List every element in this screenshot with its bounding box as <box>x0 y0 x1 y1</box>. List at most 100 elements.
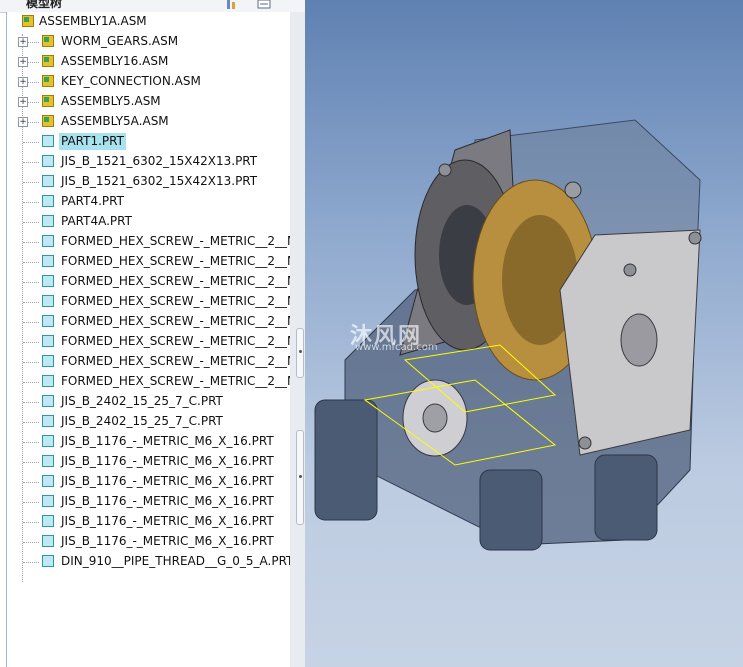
tree-item-label: FORMED_HEX_SCREW_-_METRIC__2__M.P <box>61 254 292 268</box>
model-tree-panel: 模型树 ASSEMBLY1A.ASM + WORM_GEARS.ASM + AS… <box>0 0 305 667</box>
tree-item-part[interactable]: JIS_B_1176_-_METRIC_M6_X_16.PRT <box>7 472 291 492</box>
part-icon <box>42 475 54 487</box>
part-icon <box>42 495 54 507</box>
tree-item-part[interactable]: FORMED_HEX_SCREW_-_METRIC__2__M.P <box>7 372 291 392</box>
watermark-url: www.mfcad.com <box>355 342 438 353</box>
tree-list: ASSEMBLY1A.ASM + WORM_GEARS.ASM + ASSEMB… <box>7 12 291 572</box>
expand-icon[interactable]: + <box>18 57 28 67</box>
tree-item-label: KEY_CONNECTION.ASM <box>61 74 201 88</box>
part-icon <box>42 515 54 527</box>
splitter-grip-upper[interactable] <box>296 328 304 378</box>
tree-item-assembly[interactable]: + ASSEMBLY5A.ASM <box>7 112 291 132</box>
part-icon <box>42 355 54 367</box>
tree-item-part[interactable]: FORMED_HEX_SCREW_-_METRIC__2__M.P <box>7 332 291 352</box>
tree-item-part[interactable]: FORMED_HEX_SCREW_-_METRIC__2__M.P <box>7 232 291 252</box>
tree-item-label: JIS_B_1176_-_METRIC_M6_X_16.PRT <box>61 434 274 448</box>
tree-item-label: JIS_B_2402_15_25_7_C.PRT <box>61 394 223 408</box>
assembly-icon <box>42 35 54 47</box>
tree-root[interactable]: ASSEMBLY1A.ASM <box>7 12 291 32</box>
part-icon <box>42 295 54 307</box>
part-icon <box>42 255 54 267</box>
tree-item-assembly[interactable]: + WORM_GEARS.ASM <box>7 32 291 52</box>
assembly-icon <box>42 75 54 87</box>
tree-root-label: ASSEMBLY1A.ASM <box>39 14 147 28</box>
part-icon <box>42 435 54 447</box>
model-tree: ASSEMBLY1A.ASM + WORM_GEARS.ASM + ASSEMB… <box>6 12 292 667</box>
tree-item-assembly[interactable]: + ASSEMBLY16.ASM <box>7 52 291 72</box>
tree-item-label: ASSEMBLY16.ASM <box>61 54 169 68</box>
assembly-icon <box>22 15 34 27</box>
tree-item-part[interactable]: JIS_B_1176_-_METRIC_M6_X_16.PRT <box>7 512 291 532</box>
tree-item-label: JIS_B_1176_-_METRIC_M6_X_16.PRT <box>61 474 274 488</box>
tree-item-label: JIS_B_2402_15_25_7_C.PRT <box>61 414 223 428</box>
part-icon <box>42 155 54 167</box>
part-icon <box>42 175 54 187</box>
tree-item-label: ASSEMBLY5A.ASM <box>61 114 169 128</box>
expand-icon[interactable]: + <box>18 117 28 127</box>
tree-item-label: FORMED_HEX_SCREW_-_METRIC__2__M.P <box>61 354 292 368</box>
tree-item-label: WORM_GEARS.ASM <box>61 34 179 48</box>
expand-icon[interactable]: + <box>18 37 28 47</box>
tree-item-part[interactable]: JIS_B_2402_15_25_7_C.PRT <box>7 392 291 412</box>
tree-item-part[interactable]: JIS_B_2402_15_25_7_C.PRT <box>7 412 291 432</box>
assembly-icon <box>42 95 54 107</box>
tree-item-assembly[interactable]: + ASSEMBLY5.ASM <box>7 92 291 112</box>
tree-item-label: FORMED_HEX_SCREW_-_METRIC__2__M.P <box>61 314 292 328</box>
expand-icon[interactable]: + <box>18 77 28 87</box>
assembly-icon <box>42 55 54 67</box>
part-icon <box>42 275 54 287</box>
assembly-icon <box>42 115 54 127</box>
tree-item-part[interactable]: JIS_B_1521_6302_15X42X13.PRT <box>7 152 291 172</box>
part-icon <box>42 215 54 227</box>
tree-item-part[interactable]: FORMED_HEX_SCREW_-_METRIC__2__M.P <box>7 252 291 272</box>
panel-splitter[interactable] <box>290 12 305 667</box>
part-icon <box>42 315 54 327</box>
tree-item-part[interactable]: JIS_B_1176_-_METRIC_M6_X_16.PRT <box>7 532 291 552</box>
tree-item-label: FORMED_HEX_SCREW_-_METRIC__2__M.P <box>61 334 292 348</box>
panel-title: 模型树 <box>26 0 63 10</box>
tree-item-assembly[interactable]: + KEY_CONNECTION.ASM <box>7 72 291 92</box>
tree-item-label: ASSEMBLY5.ASM <box>61 94 161 108</box>
part-icon <box>42 335 54 347</box>
tree-item-part-selected[interactable]: PART1.PRT <box>7 132 291 152</box>
tree-item-part[interactable]: FORMED_HEX_SCREW_-_METRIC__2__M.P <box>7 272 291 292</box>
tree-item-part[interactable]: JIS_B_1521_6302_15X42X13.PRT <box>7 172 291 192</box>
tree-item-label: PART4.PRT <box>61 194 124 208</box>
expand-icon[interactable]: + <box>18 97 28 107</box>
tree-item-label: DIN_910__PIPE_THREAD__G_0_5_A.PRT <box>61 554 292 568</box>
tree-item-part[interactable]: DIN_910__PIPE_THREAD__G_0_5_A.PRT <box>7 552 291 572</box>
part-icon <box>42 415 54 427</box>
3d-viewport[interactable]: 沐风网 www.mfcad.com <box>305 0 743 667</box>
tree-item-label: FORMED_HEX_SCREW_-_METRIC__2__M.P <box>61 294 292 308</box>
show-icon[interactable] <box>224 0 238 9</box>
tree-item-part[interactable]: FORMED_HEX_SCREW_-_METRIC__2__M.P <box>7 292 291 312</box>
tree-item-label: FORMED_HEX_SCREW_-_METRIC__2__M.P <box>61 374 292 388</box>
tree-item-part[interactable]: JIS_B_1176_-_METRIC_M6_X_16.PRT <box>7 452 291 472</box>
tree-item-label: JIS_B_1176_-_METRIC_M6_X_16.PRT <box>61 514 274 528</box>
tree-item-label: JIS_B_1176_-_METRIC_M6_X_16.PRT <box>61 494 274 508</box>
watermark: 沐风网 www.mfcad.com <box>315 318 465 358</box>
tree-item-part[interactable]: FORMED_HEX_SCREW_-_METRIC__2__M.P <box>7 352 291 372</box>
tree-item-part[interactable]: FORMED_HEX_SCREW_-_METRIC__2__M.P <box>7 312 291 332</box>
part-icon <box>42 135 54 147</box>
tree-item-label: FORMED_HEX_SCREW_-_METRIC__2__M.P <box>61 274 292 288</box>
splitter-grip-lower[interactable] <box>296 430 304 525</box>
settings-icon[interactable] <box>257 0 271 9</box>
tree-item-label: FORMED_HEX_SCREW_-_METRIC__2__M.P <box>61 234 292 248</box>
tree-item-part[interactable]: JIS_B_1176_-_METRIC_M6_X_16.PRT <box>7 492 291 512</box>
tree-item-part[interactable]: PART4.PRT <box>7 192 291 212</box>
tree-item-label: PART1.PRT <box>59 133 126 150</box>
tree-item-label: JIS_B_1521_6302_15X42X13.PRT <box>61 154 258 168</box>
part-icon <box>42 195 54 207</box>
tree-item-label: PART4A.PRT <box>61 214 132 228</box>
part-icon <box>42 455 54 467</box>
tree-item-label: JIS_B_1176_-_METRIC_M6_X_16.PRT <box>61 454 274 468</box>
part-icon <box>42 555 54 567</box>
part-icon <box>42 375 54 387</box>
part-icon <box>42 235 54 247</box>
tree-item-part[interactable]: JIS_B_1176_-_METRIC_M6_X_16.PRT <box>7 432 291 452</box>
tree-item-label: JIS_B_1176_-_METRIC_M6_X_16.PRT <box>61 534 274 548</box>
tree-item-part[interactable]: PART4A.PRT <box>7 212 291 232</box>
part-icon <box>42 535 54 547</box>
tree-item-label: JIS_B_1521_6302_15X42X13.PRT <box>61 174 258 188</box>
